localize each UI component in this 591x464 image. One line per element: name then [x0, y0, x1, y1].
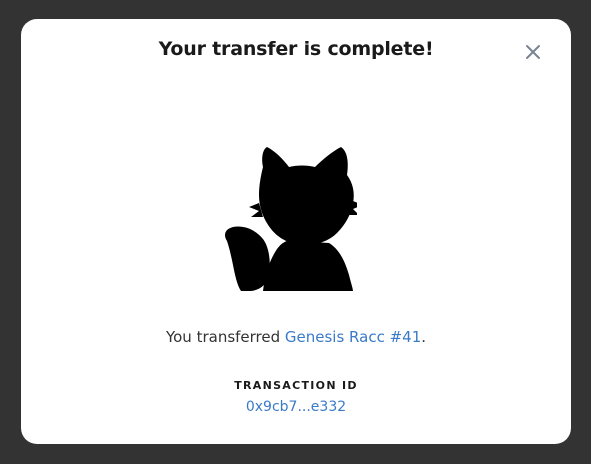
dialog-title: Your transfer is complete! [158, 38, 434, 60]
close-icon [526, 45, 540, 59]
transaction-id-row: 0x9cb7...e332 [21, 399, 571, 415]
nft-name-link[interactable]: Genesis Racc #41 [285, 328, 421, 346]
transaction-id-link[interactable]: 0x9cb7...e332 [246, 399, 346, 415]
close-button[interactable] [521, 40, 545, 64]
transfer-complete-dialog: Your transfer is complete! You transferr… [21, 19, 571, 444]
nft-silhouette-image [225, 147, 357, 291]
transfer-message-prefix: You transferred [165, 328, 285, 346]
transaction-id-label: TRANSACTION ID [234, 379, 358, 392]
transfer-message: You transferred Genesis Racc #41. [21, 328, 571, 346]
transfer-message-suffix: . [421, 328, 427, 346]
